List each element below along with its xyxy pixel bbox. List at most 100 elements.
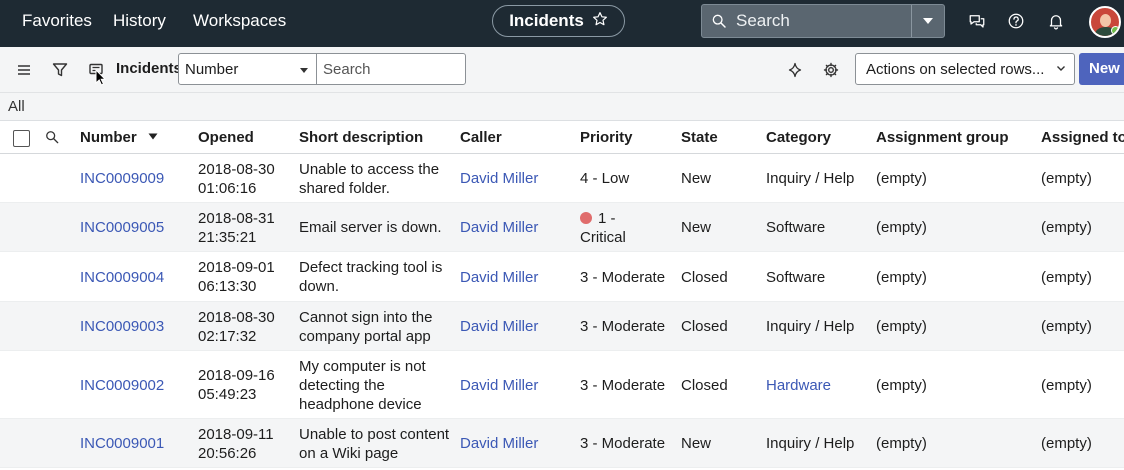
short-description-text: Unable to access the	[299, 161, 440, 178]
table-row[interactable]: INC0009003 2018-08-30 02:17:32 Cannot sign …	[0, 302, 1124, 351]
column-header-state[interactable]: State	[681, 129, 718, 146]
assignment-group-value-text: (empty)	[876, 318, 927, 335]
caller-link[interactable]: David Miller	[460, 268, 538, 287]
assigned-to-value-text: (empty)	[1041, 170, 1092, 187]
short-description-text: down.	[299, 278, 340, 295]
priority-value-text: 3 - Moderate	[580, 318, 666, 335]
column-header-assignment-group[interactable]: Assignment group	[876, 129, 1009, 146]
sparkle-icon[interactable]	[787, 62, 803, 78]
assigned-to-value: (empty)	[1041, 268, 1092, 287]
opened-date-text: 2018-08-30	[198, 309, 275, 326]
priority-value: 3 - Moderate	[580, 434, 665, 453]
app-title: Incidents	[509, 11, 584, 30]
opened-date: 2018-08-30 02:17:32	[198, 308, 275, 346]
select-all-checkbox[interactable]	[13, 130, 30, 147]
search-field-select[interactable]: Number	[178, 53, 317, 85]
top-nav: Favorites History Workspaces Incidents S…	[0, 0, 1124, 47]
state-value: Closed	[681, 317, 728, 336]
assigned-to-value: (empty)	[1041, 376, 1092, 395]
assigned-to-value-text: (empty)	[1041, 377, 1092, 394]
table-row[interactable]: INC0009005 2018-08-31 21:35:21 Email server…	[0, 203, 1124, 252]
list-toolbar: Incidents Number Actions on selected row…	[0, 47, 1124, 93]
short-description-text: detecting the	[299, 377, 385, 394]
search-scope-dropdown[interactable]	[911, 5, 944, 37]
caller-link-text: David Miller	[460, 219, 539, 236]
caller-link[interactable]: David Miller	[460, 317, 538, 336]
list-title: Incidents	[116, 60, 182, 77]
table-row[interactable]: INC0009004 2018-09-01 06:13:30 Defect track…	[0, 252, 1124, 302]
search-field-value: Number	[185, 61, 239, 78]
list-search-input[interactable]	[316, 53, 466, 85]
short-description: Email server is down.	[299, 218, 442, 237]
search-icon[interactable]	[45, 130, 59, 144]
incident-number-link-text: INC0009009	[80, 170, 165, 187]
priority-value-text: Critical	[580, 229, 626, 246]
opened-date: 2018-08-30 01:06:16	[198, 160, 275, 198]
nav-favorites[interactable]: Favorites	[22, 11, 92, 31]
bell-icon[interactable]	[1047, 12, 1065, 30]
priority-value-text: 1 -	[598, 210, 616, 227]
user-avatar[interactable]	[1089, 6, 1121, 38]
new-button[interactable]: New	[1079, 53, 1124, 85]
incident-number-link[interactable]: INC0009009	[80, 169, 164, 188]
short-description-text: shared folder.	[299, 180, 390, 197]
assignment-group-value-text: (empty)	[876, 170, 927, 187]
opened-date-text: 21:35:21	[198, 229, 257, 246]
opened-date-text: 06:13:30	[198, 278, 257, 295]
help-icon[interactable]	[1007, 12, 1025, 30]
column-header-short-description[interactable]: Short description	[299, 129, 423, 146]
breadcrumb-all[interactable]: All	[8, 98, 25, 115]
chat-icon[interactable]	[968, 12, 986, 30]
sort-desc-icon	[148, 133, 158, 140]
table-row[interactable]: INC0009002 2018-09-16 05:49:23 My computer …	[0, 351, 1124, 419]
state-value: New	[681, 169, 711, 188]
category-value-text: Inquiry / Help	[766, 318, 855, 335]
filter-icon[interactable]	[52, 62, 68, 78]
app-title-pill[interactable]: Incidents	[492, 5, 625, 37]
column-header-caller[interactable]: Caller	[460, 129, 502, 146]
incident-number-link[interactable]: INC0009005	[80, 218, 164, 237]
search-placeholder[interactable]: Search	[736, 11, 911, 31]
column-header-assigned-to[interactable]: Assigned to	[1041, 129, 1124, 146]
caller-link[interactable]: David Miller	[460, 169, 538, 188]
short-description: Unable to post content on a Wiki page	[299, 425, 449, 463]
priority-value: 3 - Moderate	[580, 268, 665, 287]
assigned-to-value-text: (empty)	[1041, 269, 1092, 286]
incident-number-link[interactable]: INC0009004	[80, 268, 164, 287]
opened-date-text: 02:17:32	[198, 328, 257, 345]
incident-number-link[interactable]: INC0009003	[80, 317, 164, 336]
assigned-to-value: (empty)	[1041, 317, 1092, 336]
nav-history[interactable]: History	[113, 11, 166, 31]
incident-number-link[interactable]: INC0009002	[80, 376, 164, 395]
column-header-opened[interactable]: Opened	[198, 129, 254, 146]
table-row[interactable]: INC0009001 2018-09-11 20:56:26 Unable to po…	[0, 419, 1124, 468]
star-icon[interactable]	[592, 11, 608, 32]
assigned-to-value: (empty)	[1041, 434, 1092, 453]
assignment-group-value: (empty)	[876, 434, 927, 453]
short-description-text: Defect tracking tool is	[299, 259, 443, 276]
nav-workspaces[interactable]: Workspaces	[193, 11, 286, 31]
caller-link[interactable]: David Miller	[460, 376, 538, 395]
table-row[interactable]: INC0009009 2018-08-30 01:06:16 Unable to ac…	[0, 154, 1124, 203]
priority-value: 4 - Low	[580, 169, 629, 188]
global-search[interactable]: Search	[701, 4, 945, 38]
column-header-number[interactable]: Number	[80, 129, 158, 146]
table-header: Number Opened Short description Caller P…	[0, 121, 1124, 154]
assignment-group-value: (empty)	[876, 376, 927, 395]
column-header-category[interactable]: Category	[766, 129, 831, 146]
opened-date: 2018-09-11 20:56:26	[198, 425, 274, 463]
priority-value-text: 3 - Moderate	[580, 435, 666, 452]
caller-link[interactable]: David Miller	[460, 218, 538, 237]
critical-indicator-icon	[580, 212, 592, 224]
short-description-text: headphone device	[299, 396, 422, 413]
caller-link[interactable]: David Miller	[460, 434, 538, 453]
column-header-priority[interactable]: Priority	[580, 129, 633, 146]
category-value: Inquiry / Help	[766, 317, 854, 336]
incident-number-link[interactable]: INC0009001	[80, 434, 164, 453]
state-value: Closed	[681, 376, 728, 395]
category-value[interactable]: Hardware	[766, 376, 831, 395]
assignment-group-value-text: (empty)	[876, 435, 927, 452]
menu-icon[interactable]	[16, 62, 32, 78]
actions-select[interactable]: Actions on selected rows...	[855, 53, 1075, 85]
gear-icon[interactable]	[823, 62, 839, 78]
